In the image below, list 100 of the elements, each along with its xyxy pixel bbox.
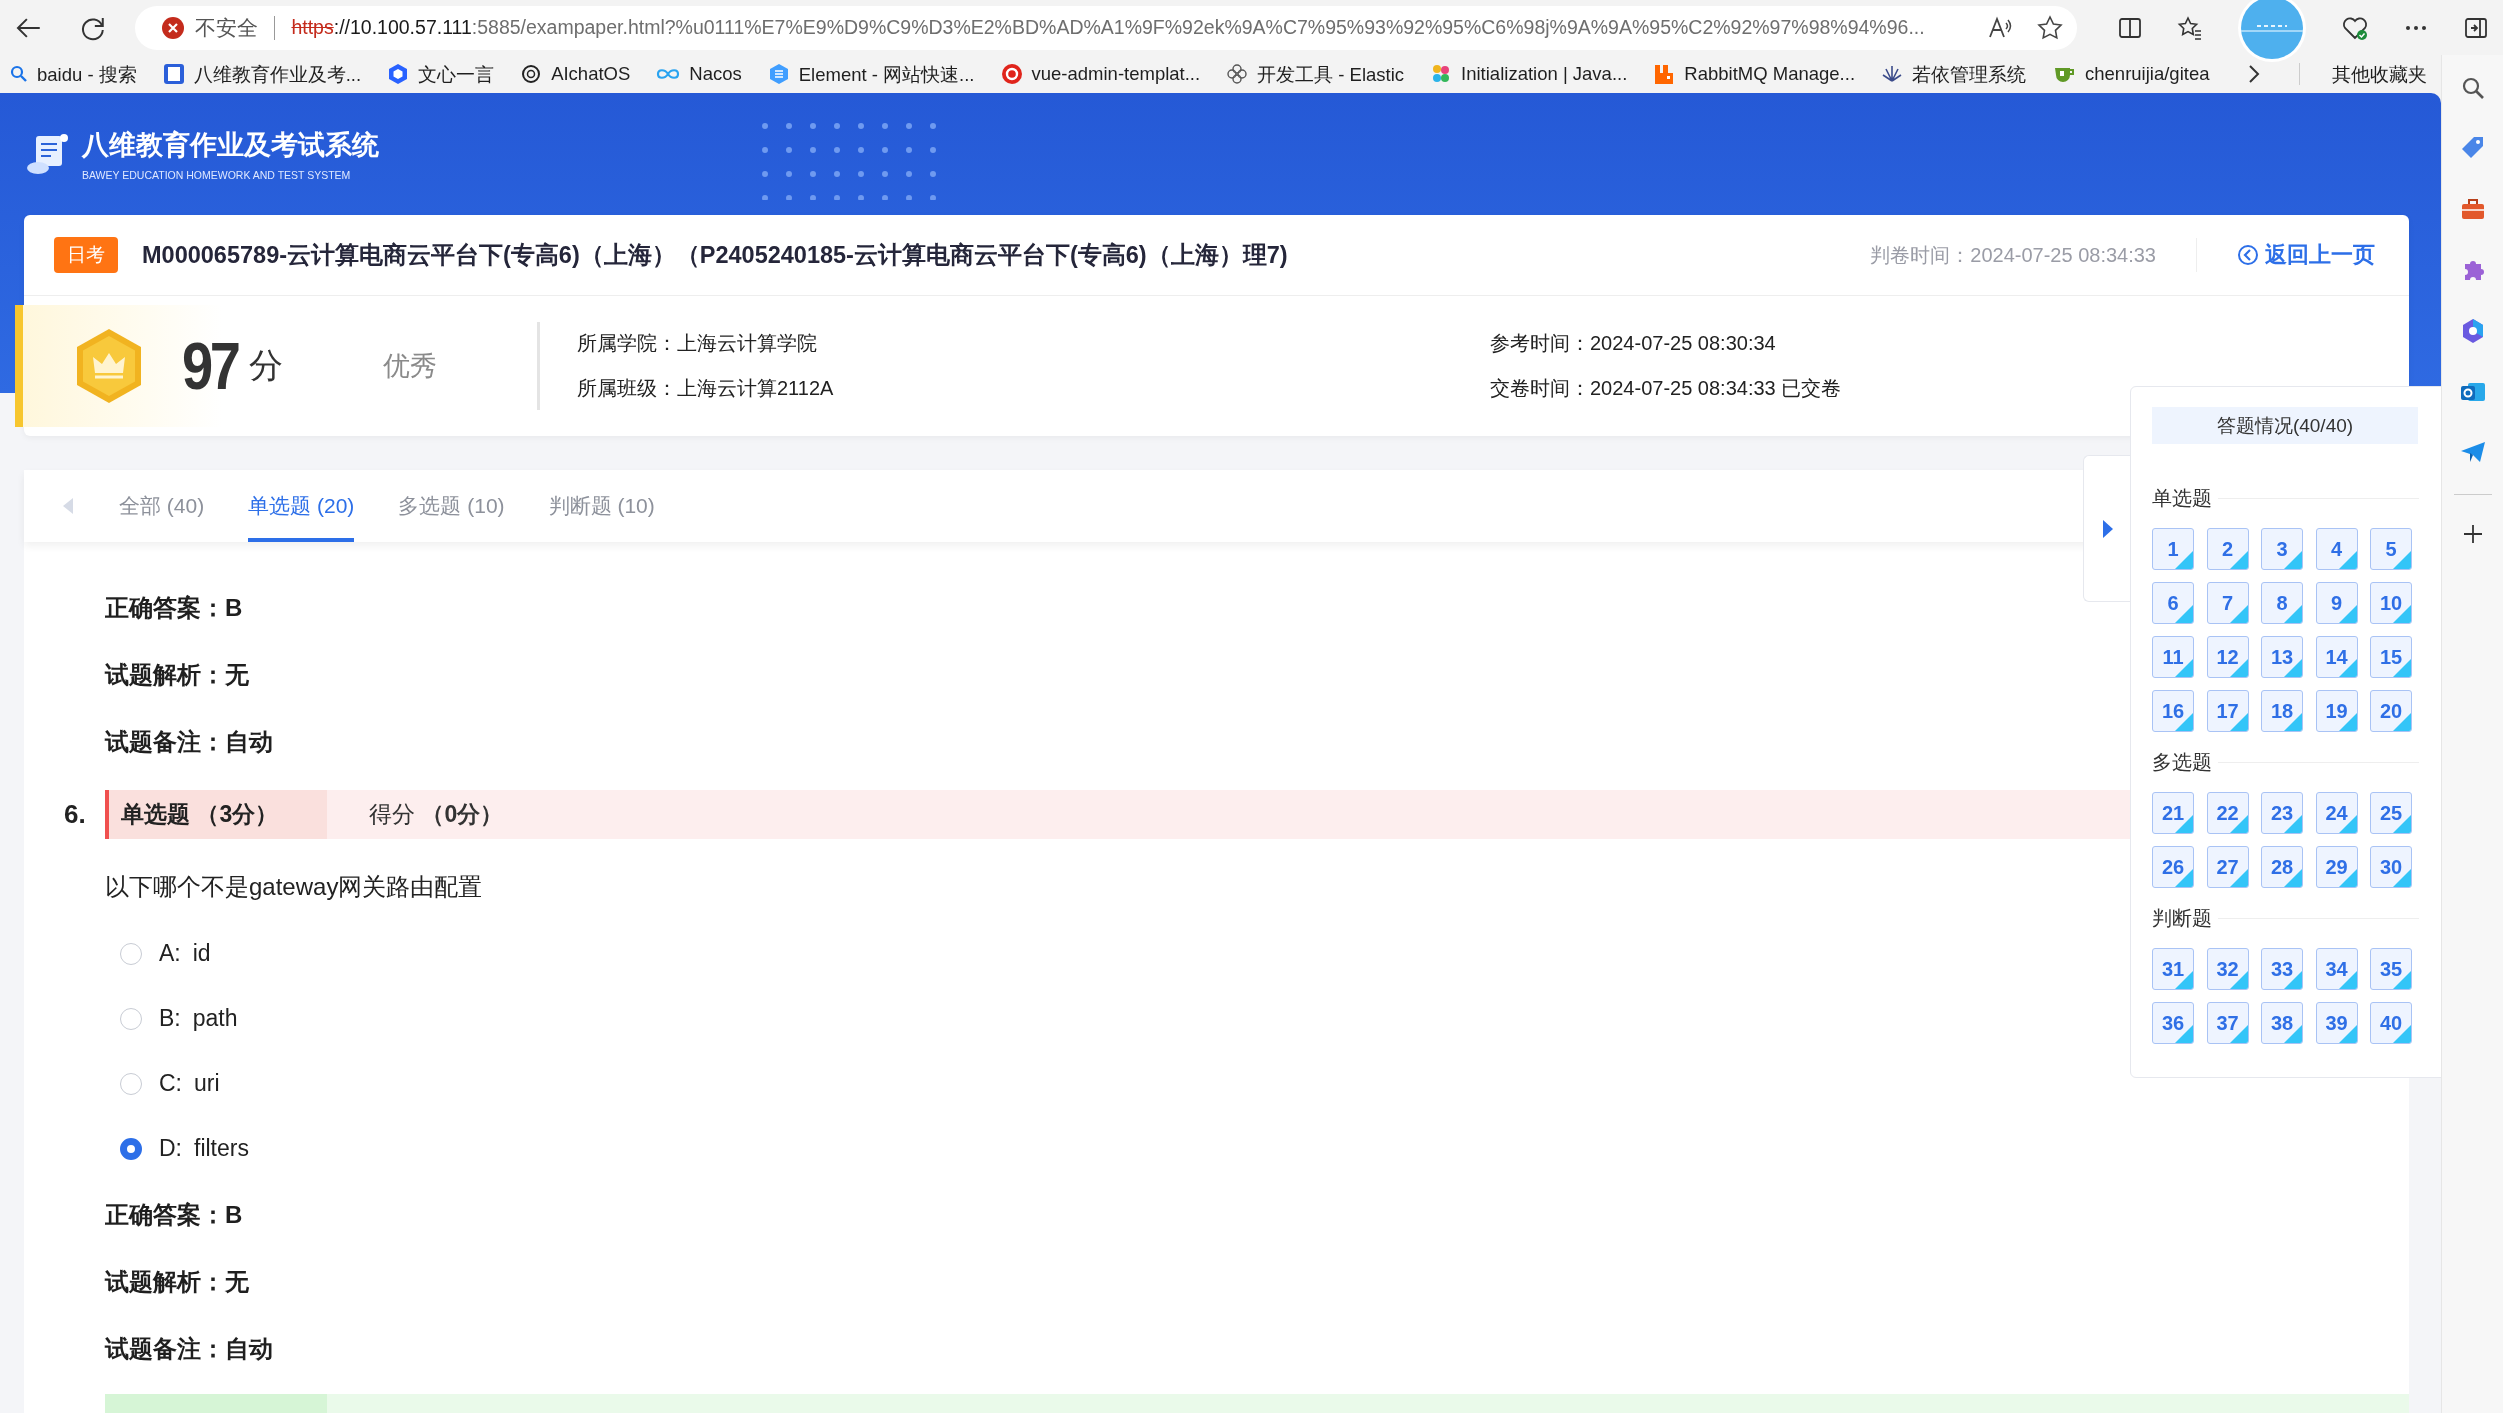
option-letter: A: [159,940,181,967]
question-number-button[interactable]: 3 [2261,528,2303,570]
question-number-button[interactable]: 2 [2206,528,2249,570]
hexagon-icon [387,63,410,85]
bookmark-link[interactable]: Nacos [656,63,742,85]
rabbit-icon [1653,63,1676,85]
question-number-button[interactable]: 4 [2315,528,2358,570]
question-number-button[interactable]: 36 [2152,1002,2194,1044]
star-icon[interactable] [2037,14,2063,41]
bookmark-link[interactable]: vue-admin-templat... [1000,63,1201,85]
exam-type-badge: 日考 [54,237,118,273]
panel-toggle[interactable] [2083,455,2131,602]
question-number-button[interactable]: 27 [2206,846,2249,888]
search-icon [10,65,28,83]
info-text: 交卷时间：2024-07-25 08:34:33 已交卷 [1490,376,1842,401]
leaf-icon [1881,63,1904,85]
question-number-button[interactable]: 1 [2152,528,2194,570]
question-number-button[interactable]: 29 [2315,846,2358,888]
question-number-button[interactable]: 18 [2261,690,2303,732]
graded-time: 判卷时间：2024-07-25 08:34:33 [1870,242,2156,268]
info-text: 所属班级：上海云计算2112A [577,376,835,401]
info-text: 参考时间：2024-07-25 08:30:34 [1490,331,1777,356]
question-number-button[interactable]: 14 [2315,636,2358,678]
app-subtitle: BAWEY EDUCATION HOMEWORK AND TEST SYSTEM [82,169,352,181]
info-text: 所属学院：上海云计算学院 [577,331,818,356]
bookmark-link[interactable]: Element - 网站快速... [767,61,975,87]
question-number-button[interactable]: 11 [2152,636,2194,678]
question-number-button[interactable]: 39 [2315,1002,2358,1044]
question-number-button[interactable]: 28 [2261,846,2303,888]
address-field[interactable]: 不安全 https://10.100.57.111:5885/exampaper.html?%u0111%E7%E9%D9%C9%D3%E2%BD%AD%A1%9F%92ek%9A%C7%95%93%92%95%C6%98j%9A%9A%95%C2%92%97%98%94%96... [135,5,2077,50]
bookmark-link[interactable]: RabbitMQ Manage... [1653,63,1856,85]
question-number-button[interactable]: 26 [2152,846,2194,888]
bookmark-folder[interactable]: 其他收藏夹 [2332,61,2428,87]
filter-tab[interactable]: 判断题 (10) [548,470,655,542]
question-number-button[interactable]: 24 [2315,792,2358,834]
warning-icon[interactable] [161,15,186,40]
grade-label: 优秀 [383,350,438,383]
option-letter: C: [159,1070,182,1097]
option-text: path [192,1005,238,1032]
question-number-button[interactable]: 23 [2261,792,2303,834]
question-number-button[interactable]: 32 [2206,948,2249,990]
answer-detail: 正确答案：B [105,1200,243,1230]
filter-tab[interactable]: 多选题 (10) [398,470,505,542]
bookmark-link[interactable]: Initialization | Java... [1430,63,1628,85]
bookmark-link[interactable]: 文心一言 [387,61,495,87]
bookmark-link[interactable]: chenruijia/gitea [2052,63,2210,85]
question-number-button[interactable]: 34 [2315,948,2358,990]
question-number-button[interactable]: 17 [2206,690,2249,732]
question-number-button[interactable]: 30 [2370,846,2412,888]
hexagon-icon [767,63,790,85]
answer-summary: 答题情况(40/40) [2152,407,2418,444]
question-number: 6. [64,799,87,830]
question-number-button[interactable]: 16 [2152,690,2194,732]
question-number-button[interactable]: 13 [2261,636,2303,678]
question-number-button[interactable]: 12 [2206,636,2249,678]
question-number-button[interactable]: 9 [2315,582,2358,624]
radio-button[interactable] [120,1137,142,1160]
question-number-button[interactable]: 31 [2152,948,2194,990]
answer-detail: 试题解析：无 [105,660,249,690]
favorites-icon[interactable] [2177,14,2203,41]
question-number-button[interactable]: 8 [2261,582,2303,624]
document-icon [162,63,185,85]
question-number-button[interactable]: 25 [2370,792,2412,834]
option-letter: D: [159,1135,182,1162]
question-number-button[interactable]: 10 [2370,582,2412,624]
question-number-button[interactable]: 6 [2152,582,2194,624]
filter-tab[interactable]: 全部 (40) [119,470,205,542]
question-type: 单选题 （3分） [105,790,327,839]
bookmark-link[interactable]: 开发工具 - Elastic [1226,61,1405,87]
url-text: https://10.100.57.111:5885/exampaper.html?%u0111%E7%E9%D9%C9%D3%E2%BD%AD%A1%9F%92ek%9A%C7%95%93%92%95%C6%98j%9A%9A%95%C2%92%97%98%94%96... [291,16,1926,39]
question-number-button[interactable]: 38 [2261,1002,2303,1044]
radio-button[interactable] [120,942,142,965]
bookmark-link[interactable]: 若依管理系统 [1881,61,2027,87]
question-number-button[interactable]: 22 [2206,792,2249,834]
score-unit: 分 [249,345,284,386]
group-title: 判断题 [2152,905,2212,931]
answer-detail: 试题解析：无 [105,1267,249,1297]
question-score: 得分 （0分） [369,800,504,829]
question-number-button[interactable]: 19 [2315,690,2358,732]
question-number-button[interactable]: 15 [2370,636,2412,678]
bookmark-link[interactable]: 八维教育作业及考... [162,61,362,87]
question-number-button[interactable]: 37 [2206,1002,2249,1044]
question-number-button[interactable]: 35 [2370,948,2412,990]
question-number-button[interactable]: 40 [2370,1002,2412,1044]
option-text: filters [194,1135,249,1162]
question-number-button[interactable]: 7 [2206,582,2249,624]
radio-button[interactable] [120,1072,142,1095]
crown-medal-icon [74,327,144,405]
question-number-button[interactable]: 5 [2370,528,2412,570]
question-number-button[interactable]: 33 [2261,948,2303,990]
flower-icon [1226,63,1249,85]
question-number-button[interactable]: 20 [2370,690,2412,732]
bookmark-link[interactable]: baidu - 搜索 [10,61,137,87]
question-number-button[interactable]: 21 [2152,792,2194,834]
option-text: id [192,940,211,967]
option-text: uri [194,1070,220,1097]
bookmark-link[interactable]: AIchatOS [520,63,631,85]
group-title: 单选题 [2152,485,2212,511]
radio-button[interactable] [120,1007,142,1030]
back-link[interactable]: 返回上一页 [2237,240,2375,270]
